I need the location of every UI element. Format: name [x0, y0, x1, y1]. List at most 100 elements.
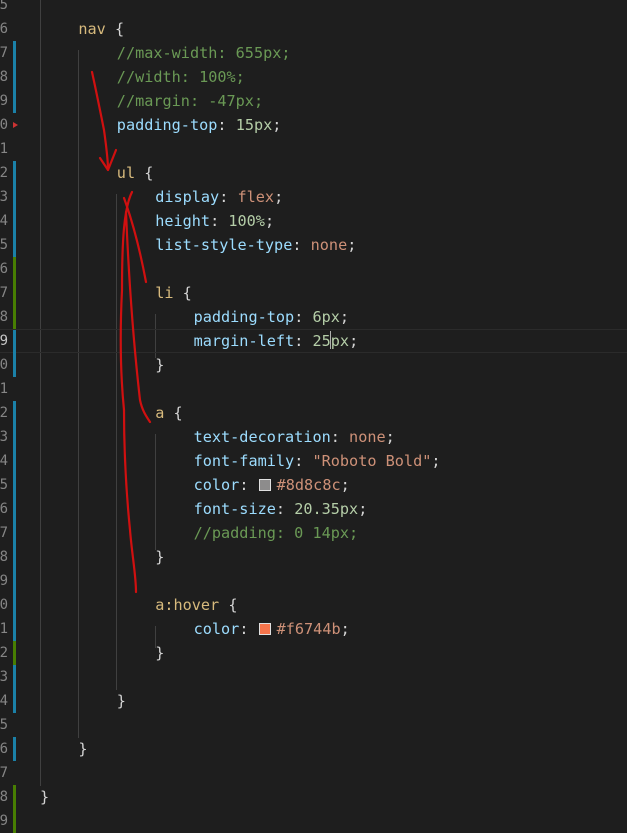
- gutter-modified-marker[interactable]: [13, 233, 16, 257]
- gutter-modified-marker[interactable]: [13, 737, 16, 761]
- line-number: 7: [0, 45, 8, 61]
- token-punc: }: [116, 692, 126, 710]
- code-editor[interactable]: 5 6 nav {7//max-width: 655px; 8//width: 100…: [0, 0, 627, 833]
- code-line[interactable]: 4}: [0, 689, 627, 713]
- code-line[interactable]: 8 //width: 100%;: [0, 65, 627, 89]
- gutter-modified-marker[interactable]: [13, 425, 16, 449]
- code-line[interactable]: 4 height: 100%;: [0, 209, 627, 233]
- fold-arrow-icon[interactable]: [13, 122, 18, 128]
- code-line[interactable]: 5 color: #8d8c8c;: [0, 473, 627, 497]
- token-num: 6px: [312, 308, 340, 326]
- code-line[interactable]: 7 //padding: 0 14px;: [0, 521, 627, 545]
- gutter-modified-marker[interactable]: [13, 65, 16, 89]
- token-punc: {: [105, 20, 125, 38]
- gutter-modified-marker[interactable]: [13, 593, 16, 617]
- line-number: 3: [0, 189, 8, 205]
- line-number: 4: [0, 453, 8, 469]
- line-number: 0: [0, 357, 8, 373]
- code-content: }: [155, 641, 164, 665]
- gutter-modified-marker[interactable]: [13, 497, 16, 521]
- code-line[interactable]: 9 margin-left: 25px;: [0, 329, 627, 354]
- token-prop: color: [193, 620, 240, 638]
- line-number: 4: [0, 693, 8, 709]
- code-content: ul {: [117, 161, 154, 185]
- line-number: 2: [0, 645, 8, 661]
- line-number: 0: [0, 597, 8, 613]
- token-punc: :: [330, 428, 350, 446]
- code-content: font-size: 20.35px;: [194, 497, 368, 521]
- gutter-modified-marker[interactable]: [13, 89, 16, 113]
- gutter-added-marker[interactable]: [13, 641, 16, 665]
- gutter-modified-marker[interactable]: [13, 209, 16, 233]
- gutter-modified-marker[interactable]: [13, 569, 16, 593]
- code-line[interactable]: 4 font-family: "Roboto Bold";: [0, 449, 627, 473]
- code-line[interactable]: 6 font-size: 20.35px;: [0, 497, 627, 521]
- gutter-modified-marker[interactable]: [13, 41, 16, 65]
- code-line[interactable]: 8 padding-top: 6px;: [0, 305, 627, 329]
- token-num: 25: [312, 332, 331, 350]
- code-line[interactable]: 7 li {: [0, 281, 627, 305]
- line-number: 6: [0, 741, 8, 757]
- line-number: 6: [0, 261, 8, 277]
- gutter-modified-marker[interactable]: [13, 161, 16, 185]
- gutter-modified-marker[interactable]: [13, 521, 16, 545]
- code-line[interactable]: 5: [0, 713, 627, 737]
- gutter-modified-marker[interactable]: [13, 665, 16, 689]
- token-punc: }: [155, 356, 165, 374]
- code-line[interactable]: 9: [0, 809, 627, 833]
- code-line[interactable]: 8}: [0, 785, 627, 809]
- gutter-modified-marker[interactable]: [13, 449, 16, 473]
- color-swatch-icon[interactable]: [258, 623, 271, 635]
- gutter-modified-marker[interactable]: [13, 185, 16, 209]
- gutter-added-marker[interactable]: [13, 281, 16, 305]
- code-line[interactable]: 5 list-style-type: none;: [0, 233, 627, 257]
- code-line[interactable]: 6: [0, 257, 627, 281]
- code-line[interactable]: 5: [0, 0, 627, 17]
- code-line[interactable]: 9: [0, 569, 627, 593]
- code-content: }: [155, 545, 164, 569]
- gutter-modified-marker[interactable]: [13, 473, 16, 497]
- token-punc: }: [78, 740, 88, 758]
- line-number: 5: [0, 477, 8, 493]
- line-number: 8: [0, 309, 8, 325]
- code-line[interactable]: 2 ul {: [0, 161, 627, 185]
- gutter-added-marker[interactable]: [13, 257, 16, 281]
- code-line[interactable]: 2}: [0, 641, 627, 665]
- code-line[interactable]: 0 padding-top: 15px;: [0, 113, 627, 137]
- code-line[interactable]: 6 nav {: [0, 17, 627, 41]
- code-content: margin-left: 25px;: [194, 330, 358, 352]
- gutter-modified-marker[interactable]: [13, 689, 16, 713]
- code-line[interactable]: 7: [0, 761, 627, 785]
- gutter-added-marker[interactable]: [13, 809, 16, 833]
- code-line[interactable]: 3 text-decoration: none;: [0, 425, 627, 449]
- code-line[interactable]: 0 a:hover {: [0, 593, 627, 617]
- gutter-modified-marker[interactable]: [13, 617, 16, 641]
- code-line[interactable]: 1: [0, 137, 627, 161]
- token-prop: height: [155, 212, 211, 230]
- code-line[interactable]: 7 //max-width: 655px;: [0, 41, 627, 65]
- code-line[interactable]: 0}: [0, 353, 627, 377]
- token-punc: ;: [274, 188, 284, 206]
- code-line[interactable]: 1: [0, 377, 627, 401]
- gutter-added-marker[interactable]: [13, 305, 16, 329]
- code-line[interactable]: 9 //margin: -47px;: [0, 89, 627, 113]
- gutter-added-marker[interactable]: [13, 785, 16, 809]
- code-line[interactable]: 6}: [0, 737, 627, 761]
- token-punc: :: [217, 116, 236, 134]
- code-line[interactable]: 3 display: flex;: [0, 185, 627, 209]
- token-str: "Roboto Bold": [312, 452, 432, 470]
- code-content: //padding: 0 14px;: [194, 521, 359, 545]
- code-line[interactable]: 3: [0, 665, 627, 689]
- gutter-modified-marker[interactable]: [13, 330, 16, 354]
- token-sel: nav: [78, 20, 106, 38]
- code-line[interactable]: 8}: [0, 545, 627, 569]
- gutter-modified-marker[interactable]: [13, 353, 16, 377]
- gutter-modified-marker[interactable]: [13, 545, 16, 569]
- code-line[interactable]: 1 color: #f6744b;: [0, 617, 627, 641]
- token-val: flex: [237, 188, 275, 206]
- code-content: nav {: [78, 17, 124, 41]
- token-punc: ;: [339, 308, 350, 326]
- gutter-modified-marker[interactable]: [13, 401, 16, 425]
- color-swatch-icon[interactable]: [258, 479, 271, 491]
- code-line[interactable]: 2 a {: [0, 401, 627, 425]
